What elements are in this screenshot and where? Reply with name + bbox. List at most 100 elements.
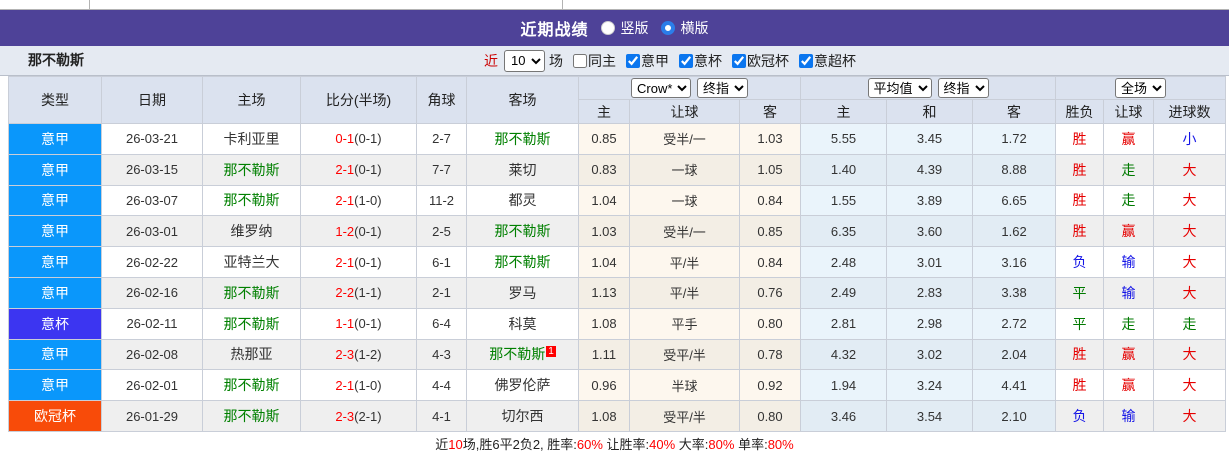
corner-score: 4-1 bbox=[416, 400, 467, 432]
halftime-score: (0-1) bbox=[354, 254, 382, 270]
fulltime-score: 1-2 bbox=[335, 223, 355, 239]
handicap-line: 一球 bbox=[629, 153, 740, 186]
super-box[interactable] bbox=[799, 53, 813, 68]
result-cell: 胜 bbox=[1055, 338, 1105, 371]
euro-away-odds: 6.65 bbox=[972, 184, 1057, 217]
scope-select-group: 全场 bbox=[1055, 76, 1227, 100]
bookmaker-select[interactable]: Crow* bbox=[631, 78, 691, 98]
halftime-score: (1-2) bbox=[354, 346, 382, 362]
handicap-result-cell: 走 bbox=[1103, 153, 1155, 186]
score-cell: 2-3(1-2) bbox=[300, 338, 417, 371]
league-serie-a-checkbox[interactable]: 意甲 bbox=[620, 51, 669, 71]
away-team: 佛罗伦萨 bbox=[466, 369, 579, 402]
goals-result-cell: 大 bbox=[1153, 215, 1227, 248]
league-type-badge: 意甲 bbox=[8, 338, 102, 371]
euro-time-select[interactable]: 终指 bbox=[937, 78, 989, 98]
fulltime-score: 0-1 bbox=[335, 131, 355, 147]
ucl-box[interactable] bbox=[732, 53, 746, 68]
corner-score: 7-7 bbox=[416, 153, 467, 186]
filters: 近 10 场 同主 意甲 意杯 欧冠杯 意超杯 bbox=[484, 46, 856, 75]
away-team: 那不勒斯 bbox=[466, 215, 579, 248]
handicap-away-odds: 0.84 bbox=[738, 184, 802, 217]
layout-option-horizontal[interactable]: 横版 bbox=[660, 18, 709, 38]
col-euro-home: 主 bbox=[800, 99, 888, 124]
table-row: 意甲 26-02-01 那不勒斯 2-1(1-0) 4-4 佛罗伦萨 0.96 半球 0.92 1… bbox=[8, 369, 1227, 402]
result-cell: 负 bbox=[1055, 400, 1105, 432]
euro-home-odds: 2.81 bbox=[800, 307, 888, 340]
fulltime-score: 2-3 bbox=[335, 346, 355, 362]
handicap-line: 半球 bbox=[629, 369, 740, 402]
corner-score: 4-3 bbox=[416, 338, 467, 371]
league-type-badge: 意甲 bbox=[8, 276, 102, 309]
league-ucl-checkbox[interactable]: 欧冠杯 bbox=[726, 51, 789, 71]
scope-select[interactable]: 全场 bbox=[1115, 78, 1167, 98]
handicap-away-odds: 0.78 bbox=[738, 338, 802, 371]
halftime-score: (0-1) bbox=[354, 316, 382, 332]
away-team: 那不勒斯 bbox=[466, 123, 579, 155]
handicap-home-odds: 1.13 bbox=[578, 276, 630, 309]
corner-score: 11-2 bbox=[416, 184, 467, 217]
handicap-line: 受半/一 bbox=[629, 123, 740, 155]
league-super-checkbox[interactable]: 意超杯 bbox=[793, 51, 856, 71]
results-table: 类型 日期 主场 比分(半场) 角球 客场 Crow* 终指 平均值 终指 全场 主… bbox=[8, 76, 1227, 432]
table-header: 类型 日期 主场 比分(半场) 角球 客场 Crow* 终指 平均值 终指 全场 主… bbox=[8, 76, 1227, 124]
euro-draw-odds: 3.02 bbox=[886, 338, 974, 371]
handicap-home-odds: 1.08 bbox=[578, 307, 630, 340]
euro-away-odds: 8.88 bbox=[972, 153, 1057, 186]
away-team: 罗马 bbox=[466, 276, 579, 309]
handicap-line: 平/半 bbox=[629, 246, 740, 278]
euro-draw-odds: 2.98 bbox=[886, 307, 974, 340]
halftime-score: (0-1) bbox=[354, 131, 382, 147]
panel-title: 近期战绩 bbox=[520, 22, 589, 39]
asia-time-select[interactable]: 终指 bbox=[697, 78, 748, 98]
match-date: 26-02-22 bbox=[101, 246, 203, 278]
same-home-box[interactable] bbox=[573, 53, 587, 68]
euro-draw-odds: 3.24 bbox=[886, 369, 974, 402]
col-asia-away: 客 bbox=[738, 99, 802, 124]
handicap-away-odds: 0.92 bbox=[738, 369, 802, 402]
recent-count-select[interactable]: 10 bbox=[504, 49, 545, 72]
result-cell: 胜 bbox=[1055, 153, 1105, 186]
table-row: 意甲 26-03-01 维罗纳 1-2(0-1) 2-5 那不勒斯 1.03 受半/一 0.85… bbox=[8, 215, 1227, 248]
table-row: 意甲 26-03-15 那不勒斯 2-1(0-1) 7-7 莱切 0.83 一球 1.05 1.4… bbox=[8, 153, 1227, 186]
league-type-badge: 意甲 bbox=[8, 369, 102, 402]
team-name: 那不勒斯 bbox=[28, 52, 84, 68]
handicap-result-cell: 输 bbox=[1103, 276, 1155, 309]
layout-option-vertical[interactable]: 竖版 bbox=[600, 18, 649, 38]
table-row: 意甲 26-03-07 那不勒斯 2-1(1-0) 11-2 都灵 1.04 一球 0.84 1.… bbox=[8, 184, 1227, 217]
filter-bar: 那不勒斯 近 10 场 同主 意甲 意杯 欧冠杯 意超杯 bbox=[0, 46, 1229, 76]
col-date: 日期 bbox=[101, 76, 203, 124]
euro-source-select[interactable]: 平均值 bbox=[867, 78, 932, 98]
radio-label-vertical[interactable]: 竖版 bbox=[621, 18, 649, 38]
result-cell: 胜 bbox=[1055, 184, 1105, 217]
euro-home-odds: 2.49 bbox=[800, 276, 888, 309]
col-goals: 进球数 bbox=[1153, 99, 1227, 124]
halftime-score: (1-0) bbox=[354, 192, 382, 208]
handicap-home-odds: 1.03 bbox=[578, 215, 630, 248]
euro-away-odds: 4.41 bbox=[972, 369, 1057, 402]
halftime-score: (1-1) bbox=[354, 285, 382, 301]
radio-selected-icon[interactable] bbox=[660, 21, 675, 35]
radio-label-horizontal[interactable]: 横版 bbox=[681, 18, 709, 38]
col-away: 客场 bbox=[466, 76, 579, 124]
handicap-away-odds: 1.05 bbox=[738, 153, 802, 186]
same-home-checkbox[interactable]: 同主 bbox=[567, 51, 616, 71]
league-type-badge: 意杯 bbox=[8, 307, 102, 340]
coppa-box[interactable] bbox=[679, 53, 693, 68]
radio-unselected-icon[interactable] bbox=[600, 21, 615, 35]
halftime-score: (0-1) bbox=[354, 162, 382, 178]
handicap-result-cell: 赢 bbox=[1103, 369, 1155, 402]
league-coppa-checkbox[interactable]: 意杯 bbox=[673, 51, 722, 71]
score-cell: 1-1(0-1) bbox=[300, 307, 417, 340]
away-team: 莱切 bbox=[466, 153, 579, 186]
home-team: 那不勒斯 bbox=[202, 307, 301, 340]
handicap-home-odds: 1.04 bbox=[578, 246, 630, 278]
euro-home-odds: 1.40 bbox=[800, 153, 888, 186]
league-type-badge: 意甲 bbox=[8, 246, 102, 278]
serie-a-box[interactable] bbox=[626, 53, 640, 68]
handicap-line: 平/半 bbox=[629, 276, 740, 309]
euro-away-odds: 2.10 bbox=[972, 400, 1057, 432]
match-date: 26-02-01 bbox=[101, 369, 203, 402]
euro-draw-odds: 3.54 bbox=[886, 400, 974, 432]
match-date: 26-03-15 bbox=[101, 153, 203, 186]
